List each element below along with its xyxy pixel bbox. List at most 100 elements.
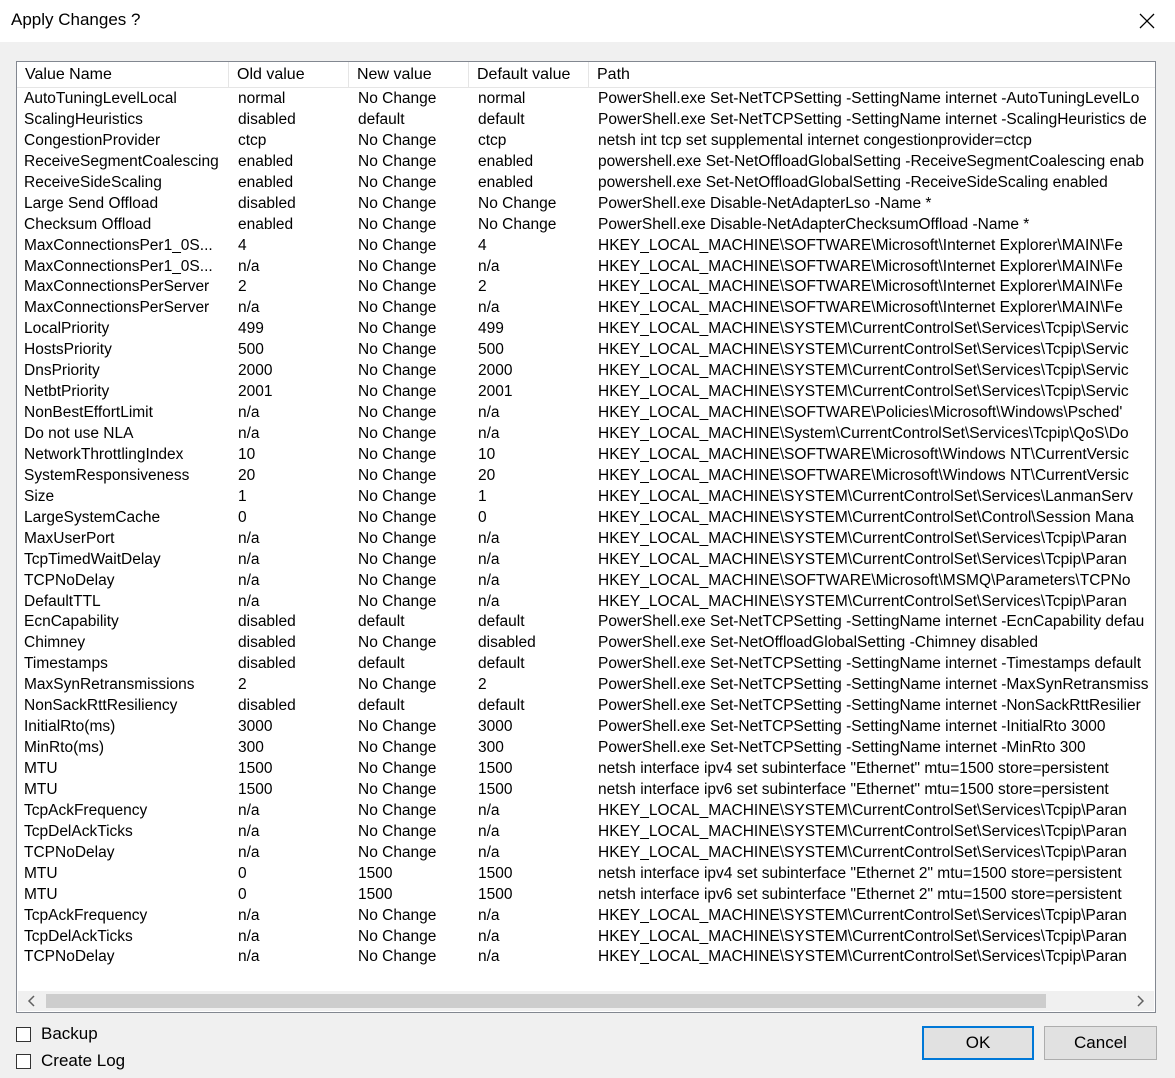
table-row[interactable]: MaxUserPort n/a No Change n/a HKEY_LOCAL_MAC… <box>17 528 1155 549</box>
cell-old-value: disabled <box>238 613 296 631</box>
cell-new-value: No Change <box>358 257 437 275</box>
close-button[interactable] <box>1119 0 1175 42</box>
ok-button[interactable]: OK <box>922 1026 1034 1060</box>
table-row[interactable]: DefaultTTL n/a No Change n/a HKEY_LOCAL_MACH… <box>17 591 1155 612</box>
cell-new-value: No Change <box>358 571 437 589</box>
cell-value-name: NetworkThrottlingIndex <box>24 445 184 463</box>
table-row[interactable]: ReceiveSideScaling enabled No Change enable… <box>17 172 1155 193</box>
cell-old-value: 20 <box>238 466 256 484</box>
table-row[interactable]: MTU 1500 No Change 1500 netsh interface ipv6… <box>17 779 1155 800</box>
table-row[interactable]: Checksum Offload enabled No Change No Chang… <box>17 214 1155 235</box>
cell-path: HKEY_LOCAL_MACHINE\SYSTEM\CurrentControl… <box>598 927 1127 945</box>
table-row[interactable]: MaxConnectionsPerServer n/a No Change n/a HK… <box>17 297 1155 318</box>
table-row[interactable]: MaxConnectionsPer1_0S... n/a No Change n/a H… <box>17 256 1155 277</box>
cancel-button[interactable]: Cancel <box>1044 1026 1157 1060</box>
cell-path: HKEY_LOCAL_MACHINE\SYSTEM\CurrentControl… <box>598 592 1127 610</box>
table-row[interactable]: MaxConnectionsPerServer 2 No Change 2 HKEY_L… <box>17 276 1155 297</box>
changes-list[interactable]: Value Name Old value New value Default v… <box>16 61 1156 1013</box>
table-row[interactable]: TCPNoDelay n/a No Change n/a HKEY_LOCAL_MACH… <box>17 842 1155 863</box>
cell-default-value: n/a <box>478 592 500 610</box>
table-row[interactable]: NonBestEffortLimit n/a No Change n/a HKEY_LO… <box>17 402 1155 423</box>
column-header-path[interactable]: Path <box>589 62 1155 87</box>
cell-path: HKEY_LOCAL_MACHINE\SYSTEM\CurrentControl… <box>598 487 1133 505</box>
table-row[interactable]: MTU 0 1500 1500 netsh interface ipv4 set sub… <box>17 863 1155 884</box>
cell-old-value: 0 <box>238 864 247 882</box>
scroll-left-button[interactable] <box>22 991 42 1011</box>
cell-new-value: No Change <box>358 529 437 547</box>
create-log-option[interactable]: Create Log <box>16 1051 125 1071</box>
column-header-old-value[interactable]: Old value <box>229 62 349 87</box>
cell-new-value: No Change <box>358 383 437 401</box>
backup-option[interactable]: Backup <box>16 1024 98 1044</box>
scroll-thumb[interactable] <box>46 994 1046 1008</box>
cell-value-name: TcpAckFrequency <box>24 801 148 819</box>
cell-path: HKEY_LOCAL_MACHINE\SOFTWARE\Microsoft\Wi… <box>598 445 1129 463</box>
table-row[interactable]: AutoTuningLevelLocal normal No Change norma… <box>17 88 1155 109</box>
table-row[interactable]: CongestionProvider ctcp No Change ctcp netsh… <box>17 130 1155 151</box>
table-row[interactable]: Timestamps disabled default default PowerShe… <box>17 653 1155 674</box>
table-row[interactable]: TCPNoDelay n/a No Change n/a HKEY_LOCAL_MACH… <box>17 570 1155 591</box>
table-row[interactable]: ScalingHeuristics disabled default default P… <box>17 109 1155 130</box>
table-row[interactable]: NonSackRttResiliency disabled default defau… <box>17 695 1155 716</box>
cell-value-name: TcpDelAckTicks <box>24 927 133 945</box>
column-header-new-value[interactable]: New value <box>349 62 469 87</box>
column-header-value-name[interactable]: Value Name <box>17 62 229 87</box>
cell-path: PowerShell.exe Disable-NetAdapterLso -Na… <box>598 194 932 212</box>
cell-new-value: No Change <box>358 341 437 359</box>
table-row[interactable]: MinRto(ms) 300 No Change 300 PowerShell.exe … <box>17 737 1155 758</box>
table-row[interactable]: InitialRto(ms) 3000 No Change 3000 PowerShel… <box>17 716 1155 737</box>
table-row[interactable]: TCPNoDelay n/a No Change n/a HKEY_LOCAL_MACH… <box>17 946 1155 967</box>
table-row[interactable]: Size 1 No Change 1 HKEY_LOCAL_MACHINE\SYSTEM… <box>17 486 1155 507</box>
table-row[interactable]: Chimney disabled No Change disabled PowerShe… <box>17 632 1155 653</box>
cell-new-value: No Change <box>358 760 437 777</box>
create-log-checkbox[interactable] <box>16 1053 31 1069</box>
cell-default-value: n/a <box>478 257 500 275</box>
cell-new-value: No Change <box>358 320 437 338</box>
table-row[interactable]: MaxSynRetransmissions 2 No Change 2 PowerShe… <box>17 674 1155 695</box>
cell-path: PowerShell.exe Set-NetTCPSetting -Settin… <box>598 676 1149 694</box>
table-row[interactable]: MaxConnectionsPer1_0S... 4 No Change 4 HKEY_… <box>17 235 1155 256</box>
table-row[interactable]: ReceiveSegmentCoalescing enabled No Change… <box>17 151 1155 172</box>
table-row[interactable]: TcpDelAckTicks n/a No Change n/a HKEY_LOCAL_… <box>17 926 1155 947</box>
cell-value-name: AutoTuningLevelLocal <box>24 90 177 107</box>
column-header-default-value[interactable]: Default value <box>469 62 589 87</box>
scroll-right-button[interactable] <box>1130 991 1150 1011</box>
table-row[interactable]: LocalPriority 499 No Change 499 HKEY_LOCAL_M… <box>17 318 1155 339</box>
cell-default-value: n/a <box>478 299 500 317</box>
cell-path: HKEY_LOCAL_MACHINE\SYSTEM\CurrentControl… <box>598 508 1134 526</box>
table-row[interactable]: HostsPriority 500 No Change 500 HKEY_LOCAL_M… <box>17 339 1155 360</box>
cell-old-value: enabled <box>238 215 294 233</box>
horizontal-scrollbar[interactable] <box>18 991 1154 1011</box>
cell-default-value: No Change <box>478 194 557 212</box>
table-row[interactable]: NetworkThrottlingIndex 10 No Change 10 HKEY_… <box>17 444 1155 465</box>
table-row[interactable]: MTU 1500 No Change 1500 netsh interface ipv4… <box>17 758 1155 779</box>
table-row[interactable]: DnsPriority 2000 No Change 2000 HKEY_LOCAL_M… <box>17 360 1155 381</box>
table-row[interactable]: LargeSystemCache 0 No Change 0 HKEY_LOCAL_MA… <box>17 507 1155 528</box>
cell-path: HKEY_LOCAL_MACHINE\SYSTEM\CurrentControl… <box>598 320 1129 338</box>
table-row[interactable]: TcpAckFrequency n/a No Change n/a HKEY_LOCAL… <box>17 800 1155 821</box>
table-row[interactable]: TcpDelAckTicks n/a No Change n/a HKEY_LOCAL_… <box>17 821 1155 842</box>
cell-old-value: 1 <box>238 487 247 505</box>
table-row[interactable]: TcpTimedWaitDelay n/a No Change n/a HKEY_LOC… <box>17 549 1155 570</box>
table-row[interactable]: SystemResponsiveness 20 No Change 20 HKEY_LO… <box>17 465 1155 486</box>
backup-checkbox[interactable] <box>16 1026 31 1042</box>
cell-path: HKEY_LOCAL_MACHINE\SYSTEM\CurrentControl… <box>598 550 1127 568</box>
table-row[interactable]: Large Send Offload disabled No Change No Ch… <box>17 193 1155 214</box>
list-header: Value Name Old value New value Default v… <box>17 62 1155 88</box>
table-row[interactable]: NetbtPriority 2001 No Change 2001 HKEY_LOCAL… <box>17 381 1155 402</box>
cell-new-value: No Change <box>358 90 437 107</box>
create-log-label: Create Log <box>41 1051 126 1070</box>
cell-value-name: Checksum Offload <box>24 215 152 233</box>
cell-old-value: enabled <box>238 173 294 191</box>
table-row[interactable]: Do not use NLA n/a No Change n/a HKEY_LOCAL_… <box>17 423 1155 444</box>
cell-path: HKEY_LOCAL_MACHINE\SOFTWARE\Policies\Mic… <box>598 404 1123 422</box>
table-row[interactable]: EcnCapability disabled default default Power… <box>17 611 1155 632</box>
cell-old-value: disabled <box>238 634 296 652</box>
cell-path: netsh int tcp set supplemental internet … <box>598 131 1032 149</box>
cell-old-value: n/a <box>238 550 260 568</box>
cell-value-name: MTU <box>24 760 58 777</box>
list-body: AutoTuningLevelLocal normal No Change norma… <box>17 88 1155 967</box>
table-row[interactable]: MTU 0 1500 1500 netsh interface ipv6 set sub… <box>17 884 1155 905</box>
cell-new-value: No Change <box>358 739 437 757</box>
table-row[interactable]: TcpAckFrequency n/a No Change n/a HKEY_LOCAL… <box>17 905 1155 926</box>
